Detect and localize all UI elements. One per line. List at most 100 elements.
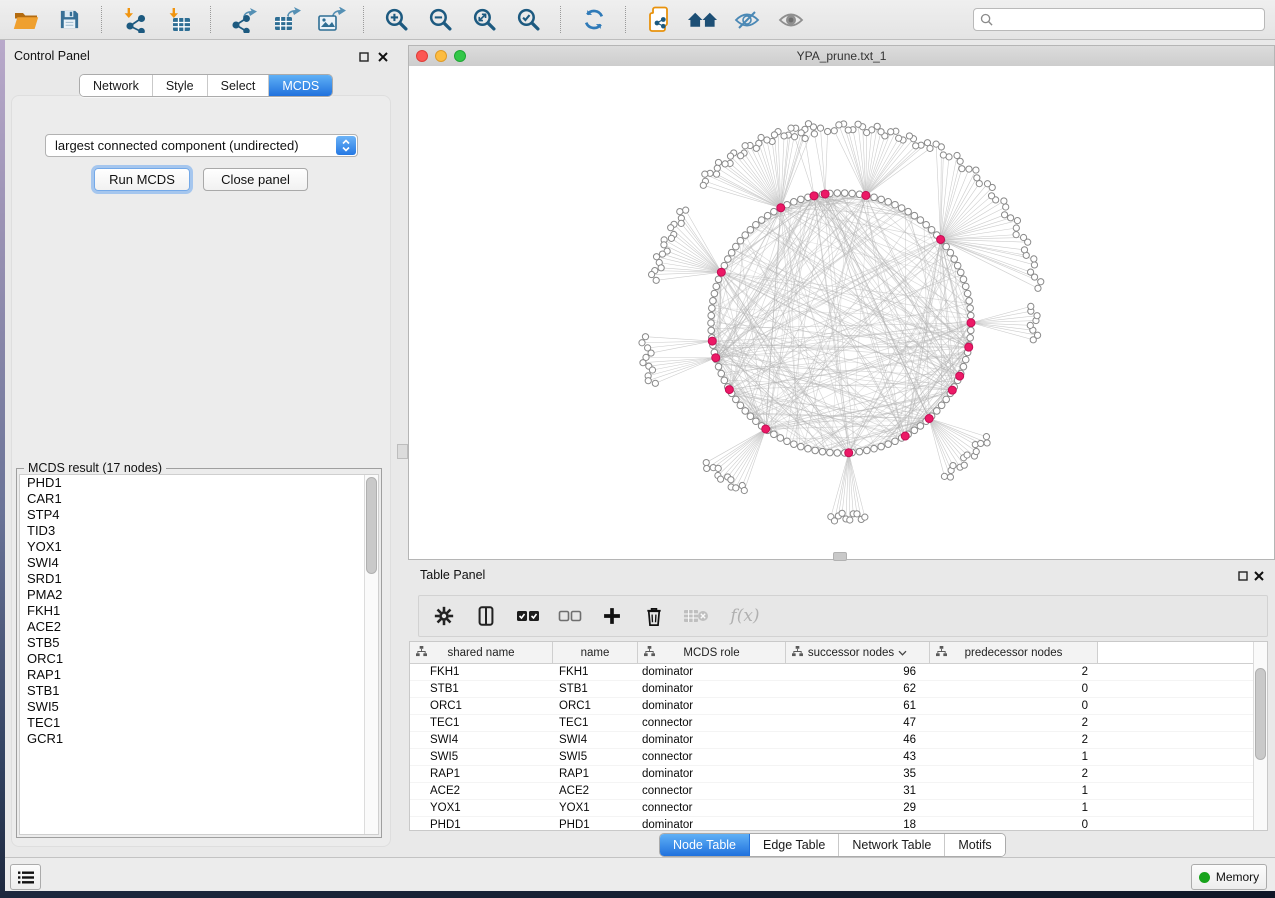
mcds-result-item[interactable]: SRD1: [20, 571, 378, 587]
table-cell[interactable]: [1098, 800, 1267, 816]
table-cell[interactable]: 31: [786, 783, 930, 799]
table-cell[interactable]: dominator: [638, 766, 786, 782]
table-row[interactable]: ORC1ORC1dominator610: [410, 698, 1267, 715]
close-panel-button[interactable]: Close panel: [203, 168, 308, 191]
table-cell[interactable]: connector: [638, 715, 786, 731]
table-cell[interactable]: 18: [786, 817, 930, 831]
panels-menu-button[interactable]: [10, 864, 41, 890]
table-cell[interactable]: 29: [786, 800, 930, 816]
network-window-titlebar[interactable]: YPA_prune.txt_1: [409, 46, 1274, 67]
select-all-button[interactable]: [515, 603, 541, 629]
control-panel-float-button[interactable]: [357, 50, 371, 64]
table-cell[interactable]: connector: [638, 749, 786, 765]
import-table-button[interactable]: [163, 6, 194, 34]
column-header-shared-name[interactable]: shared name: [410, 642, 553, 663]
table-cell[interactable]: connector: [638, 783, 786, 799]
tab-motifs[interactable]: Motifs: [945, 834, 1004, 856]
table-panel-float-button[interactable]: [1236, 569, 1250, 583]
control-panel-close-button[interactable]: [376, 50, 390, 64]
table-cell[interactable]: ORC1: [553, 698, 638, 714]
mcds-list-scrollbar[interactable]: [364, 475, 378, 834]
column-header-mcds-role[interactable]: MCDS role: [638, 642, 786, 663]
table-cell[interactable]: 0: [930, 698, 1098, 714]
table-cell[interactable]: 2: [930, 766, 1098, 782]
table-cell[interactable]: TEC1: [410, 715, 553, 731]
export-image-button[interactable]: [316, 6, 347, 34]
table-row[interactable]: TEC1TEC1connector472: [410, 715, 1267, 732]
table-cell[interactable]: [1098, 817, 1267, 831]
table-row[interactable]: SWI5SWI5connector431: [410, 749, 1267, 766]
table-cell[interactable]: YOX1: [553, 800, 638, 816]
export-table-button[interactable]: [272, 6, 303, 34]
column-header-name[interactable]: name: [553, 642, 638, 663]
table-cell[interactable]: SWI4: [410, 732, 553, 748]
mcds-result-item[interactable]: RAP1: [20, 667, 378, 683]
table-cell[interactable]: STB1: [553, 681, 638, 697]
mcds-result-item[interactable]: GCR1: [20, 731, 378, 747]
table-cell[interactable]: dominator: [638, 664, 786, 680]
table-cell[interactable]: 2: [930, 732, 1098, 748]
table-cell[interactable]: 43: [786, 749, 930, 765]
search-input[interactable]: [997, 12, 1258, 28]
table-scrollbar[interactable]: [1253, 642, 1267, 830]
column-header-predecessor-nodes[interactable]: predecessor nodes: [930, 642, 1098, 663]
table-cell[interactable]: [1098, 749, 1267, 765]
mcds-result-item[interactable]: YOX1: [20, 539, 378, 555]
table-row[interactable]: SWI4SWI4dominator462: [410, 732, 1267, 749]
run-mcds-button[interactable]: Run MCDS: [94, 168, 190, 191]
table-panel-close-button[interactable]: [1252, 569, 1266, 583]
delete-table-button[interactable]: [683, 603, 709, 629]
tab-node-table[interactable]: Node Table: [660, 834, 750, 856]
table-cell[interactable]: [1098, 766, 1267, 782]
function-builder-button[interactable]: f(x): [725, 603, 765, 629]
mcds-list-scroll-thumb[interactable]: [366, 477, 377, 574]
first-neighbors-button[interactable]: [687, 6, 718, 34]
export-network-button[interactable]: [228, 6, 259, 34]
table-cell[interactable]: 46: [786, 732, 930, 748]
table-cell[interactable]: [1098, 698, 1267, 714]
column-header-successor-nodes[interactable]: successor nodes: [786, 642, 930, 663]
table-cell[interactable]: [1098, 664, 1267, 680]
deselect-all-button[interactable]: [557, 603, 583, 629]
zoom-out-button[interactable]: [425, 6, 456, 34]
mcds-result-item[interactable]: CAR1: [20, 491, 378, 507]
table-cell[interactable]: PHD1: [553, 817, 638, 831]
mcds-result-item[interactable]: SWI5: [20, 699, 378, 715]
mcds-result-item[interactable]: ORC1: [20, 651, 378, 667]
table-cell[interactable]: 47: [786, 715, 930, 731]
table-scroll-thumb[interactable]: [1255, 668, 1266, 760]
table-cell[interactable]: 61: [786, 698, 930, 714]
table-cell[interactable]: dominator: [638, 732, 786, 748]
optimization-criterion-select[interactable]: largest connected component (undirected): [45, 134, 358, 157]
zoom-fit-button[interactable]: [469, 6, 500, 34]
save-session-button[interactable]: [54, 6, 85, 34]
table-cell[interactable]: RAP1: [410, 766, 553, 782]
tab-network-table[interactable]: Network Table: [839, 834, 945, 856]
table-cell[interactable]: dominator: [638, 817, 786, 831]
memory-button[interactable]: Memory: [1191, 864, 1267, 890]
table-cell[interactable]: [1098, 732, 1267, 748]
table-row[interactable]: RAP1RAP1dominator352: [410, 766, 1267, 783]
table-cell[interactable]: TEC1: [553, 715, 638, 731]
table-row[interactable]: FKH1FKH1dominator962: [410, 664, 1267, 681]
table-cell[interactable]: SWI5: [410, 749, 553, 765]
network-canvas[interactable]: [409, 66, 1274, 559]
table-cell[interactable]: [1098, 783, 1267, 799]
hide-details-button[interactable]: [731, 6, 762, 34]
mcds-result-item[interactable]: PMA2: [20, 587, 378, 603]
table-cell[interactable]: dominator: [638, 681, 786, 697]
table-settings-button[interactable]: [431, 603, 457, 629]
table-cell[interactable]: SWI4: [553, 732, 638, 748]
mcds-result-item[interactable]: TEC1: [20, 715, 378, 731]
table-cell[interactable]: 2: [930, 664, 1098, 680]
table-row[interactable]: ACE2ACE2connector311: [410, 783, 1267, 800]
table-cell[interactable]: 62: [786, 681, 930, 697]
tab-edge-table[interactable]: Edge Table: [750, 834, 839, 856]
tab-mcds[interactable]: MCDS: [269, 75, 332, 96]
table-row[interactable]: PHD1PHD1dominator180: [410, 817, 1267, 831]
mcds-result-item[interactable]: SWI4: [20, 555, 378, 571]
table-cell[interactable]: 2: [930, 715, 1098, 731]
table-cell[interactable]: 35: [786, 766, 930, 782]
open-session-button[interactable]: [10, 6, 41, 34]
mcds-result-item[interactable]: STP4: [20, 507, 378, 523]
